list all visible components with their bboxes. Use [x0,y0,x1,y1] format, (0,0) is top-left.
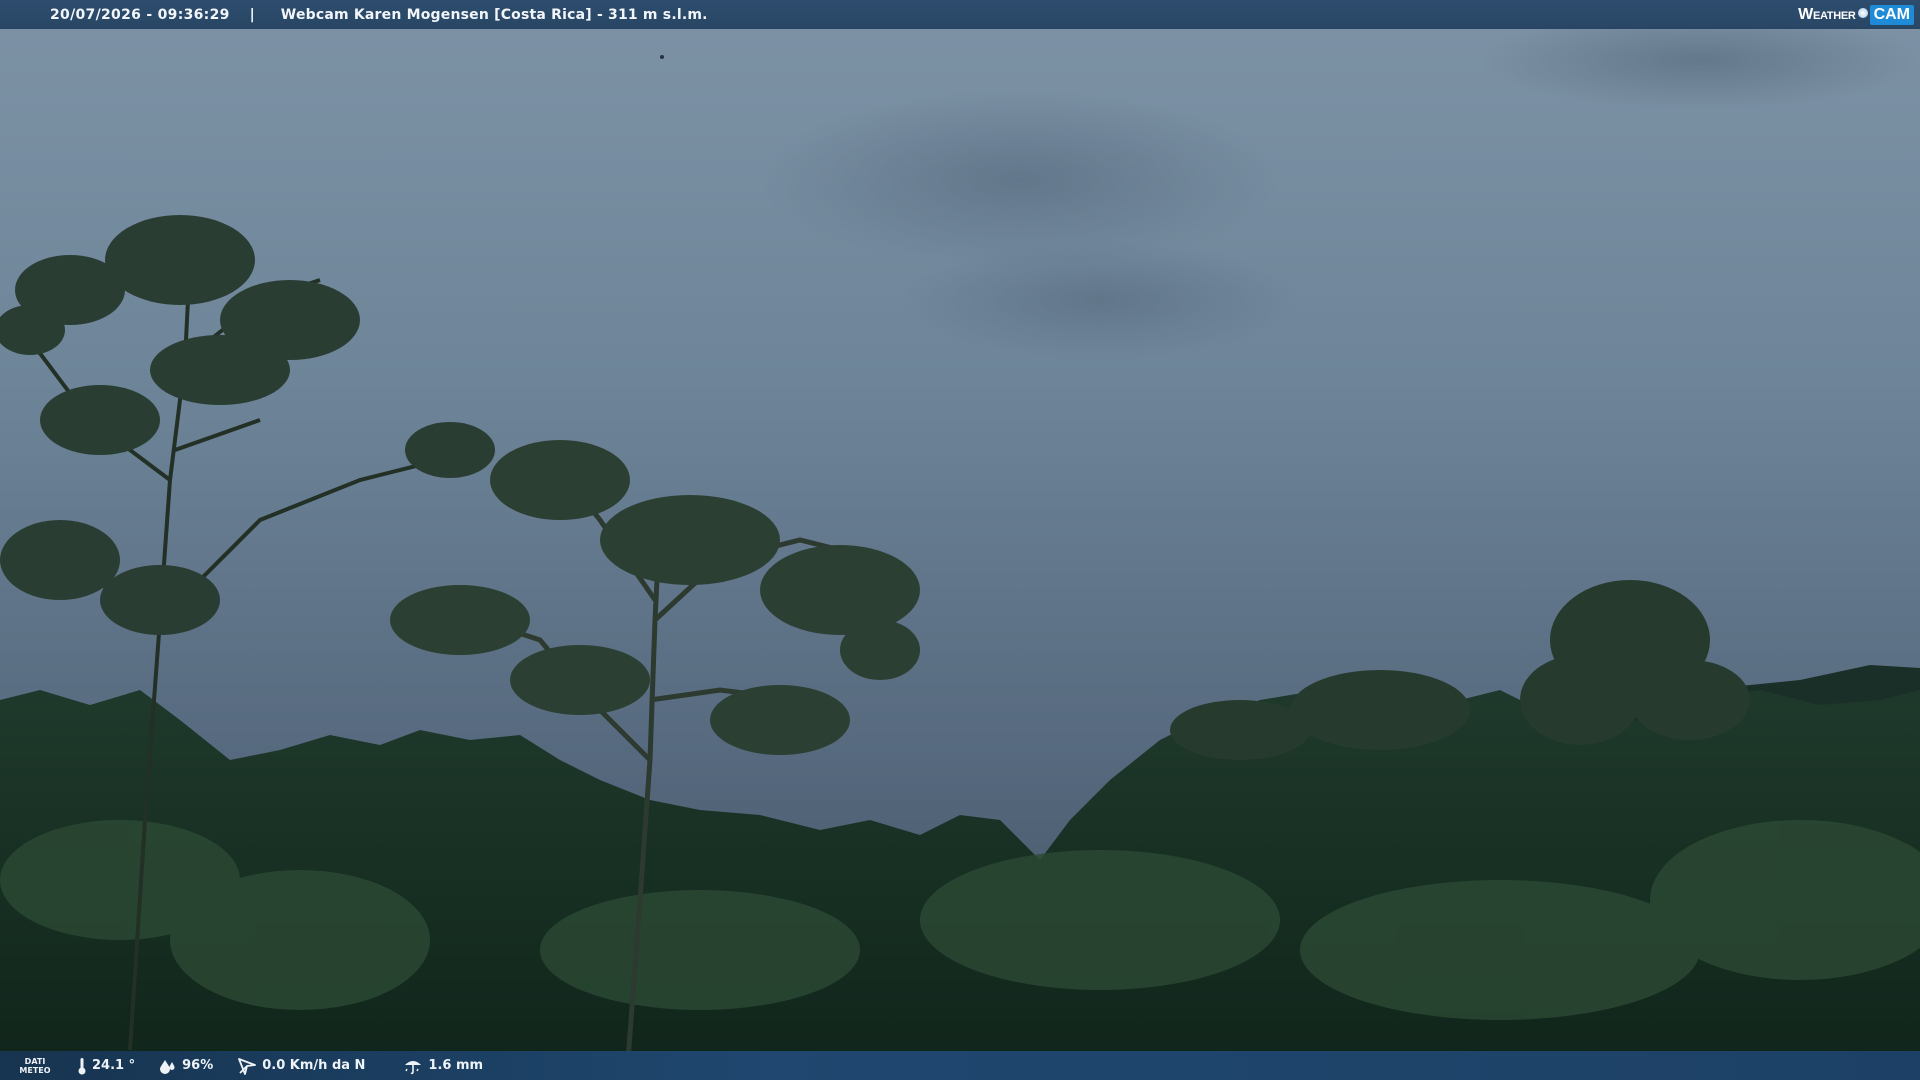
rain-reading: 1.6 mm [403,1057,483,1075]
title-separator: | [249,6,255,23]
temperature-value: 24.1 ° [92,1058,136,1073]
webcam-image [0,0,1920,1080]
weathercam-logo: Weather CAM [1798,3,1914,26]
wind-reading: 0.0 Km/h da N [237,1057,365,1075]
wind-icon [238,1057,257,1075]
logo-cam-text: CAM [1869,4,1914,25]
dati-meteo-label: DATI METEO [19,1056,51,1075]
humidity-icon [160,1059,175,1074]
wind-value: 0.0 Km/h da N [262,1058,366,1073]
top-bar: 20/07/2026 - 09:36:29 | Webcam Karen Mog… [0,0,1920,29]
weather-data-bar: DATI METEO 24.1 ° 96% 0.0 Km/h da N 1.6 … [0,1051,1920,1080]
rain-icon [405,1060,422,1074]
bird [660,55,664,59]
timestamp: 20/07/2026 - 09:36:29 [50,6,230,23]
cloud [760,90,1280,270]
thermometer-icon [78,1057,86,1074]
rain-value: 1.6 mm [428,1058,484,1073]
webcam-title: Webcam Karen Mogensen [Costa Rica] - 311… [280,6,708,23]
logo-weather-text: Weather [1798,5,1856,23]
temperature-reading: 24.1 ° [77,1057,135,1075]
cloud [900,240,1300,360]
logo-dot-icon [1857,7,1868,18]
humidity-value: 96% [182,1058,214,1073]
humidity-reading: 96% [159,1058,213,1074]
